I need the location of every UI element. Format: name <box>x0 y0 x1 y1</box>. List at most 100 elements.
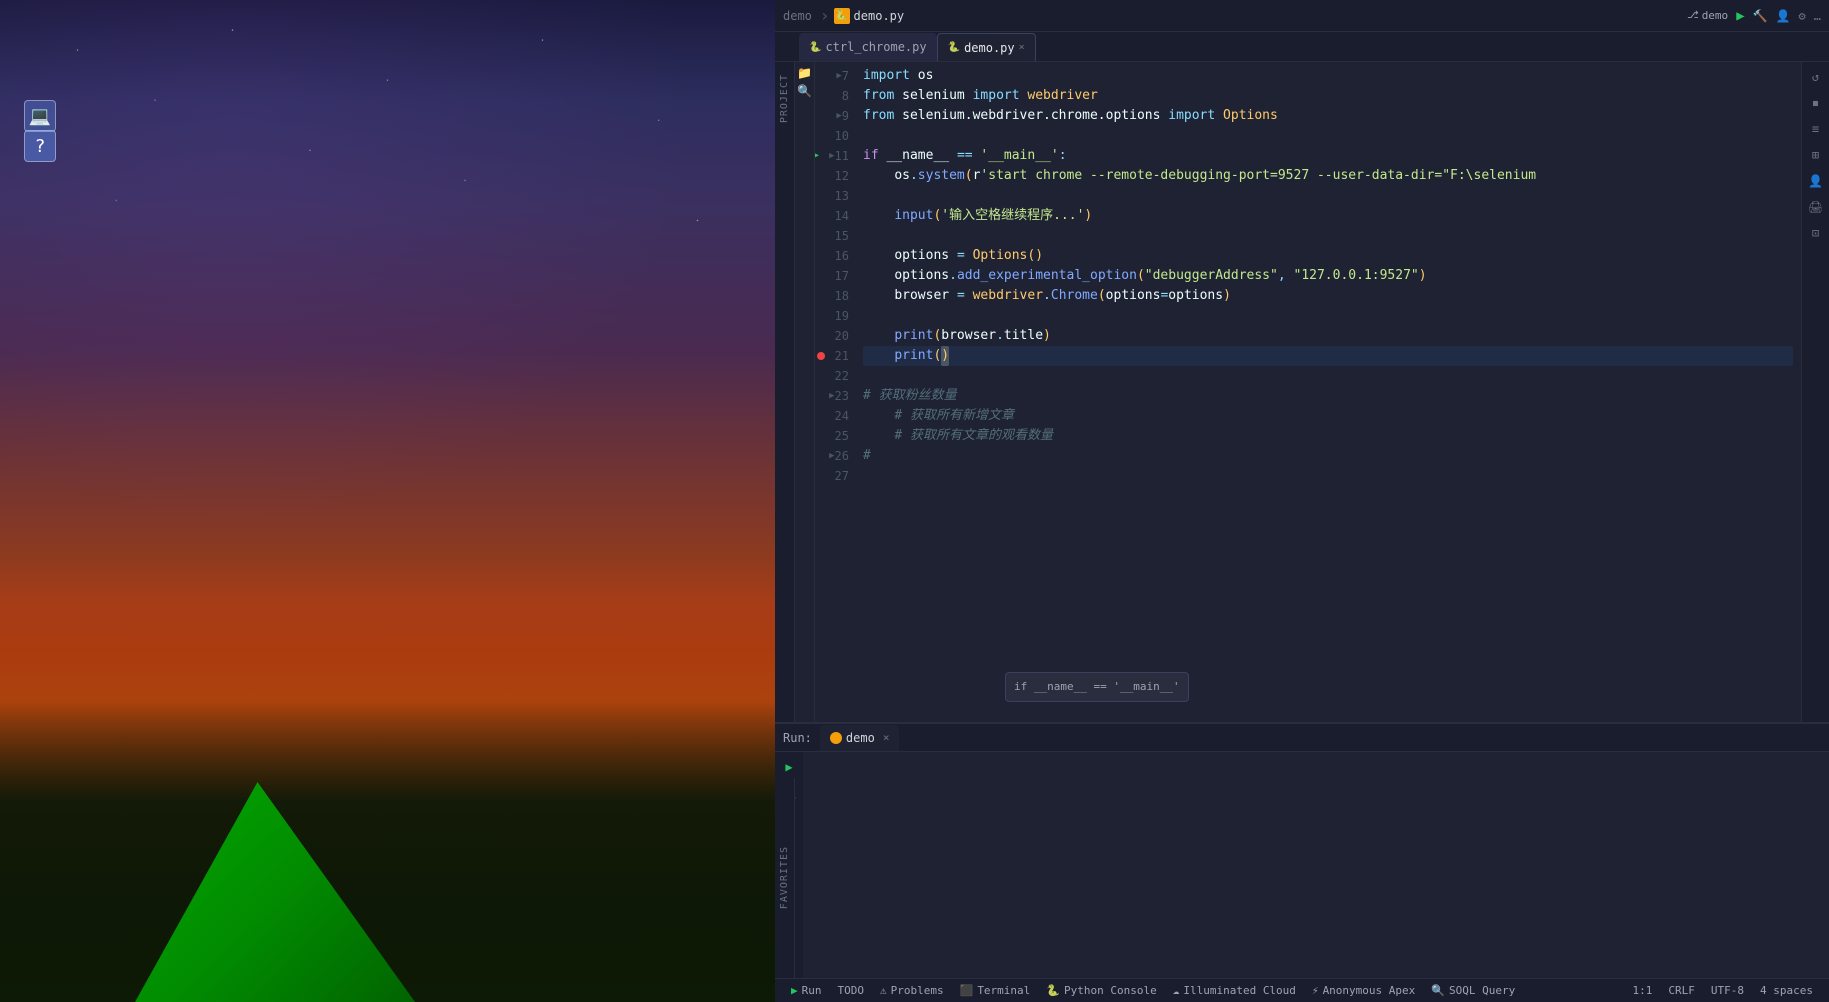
statusbar-todo[interactable]: TODO <box>830 979 873 1002</box>
more-button[interactable]: … <box>1814 9 1821 23</box>
statusbar-python-console[interactable]: 🐍 Python Console <box>1038 979 1164 1002</box>
gutter-line-23: ▶23 <box>815 386 849 406</box>
folder-icon[interactable]: 📁 <box>797 66 812 80</box>
desktop-background: 💻 ? <box>0 0 775 1002</box>
statusbar-encoding[interactable]: UTF-8 <box>1703 979 1752 1002</box>
statusbar-illuminated-cloud[interactable]: ☁ Illuminated Cloud <box>1165 979 1304 1002</box>
run-play-btn[interactable]: ▶ <box>778 756 800 778</box>
desktop-stars <box>0 0 775 1002</box>
panel-btn-4[interactable]: ⊞ <box>1805 144 1827 166</box>
problems-label: Problems <box>891 984 944 997</box>
cloud-icon: ☁ <box>1173 984 1180 997</box>
code-line-7: import os <box>863 66 1793 86</box>
gutter-line-13: 13 <box>815 186 849 206</box>
crlf-label: CRLF <box>1668 984 1695 997</box>
gutter-line-14: 14 <box>815 206 849 226</box>
terminal-icon: ⬛ <box>960 984 974 997</box>
panel-btn-6[interactable]: 🖨 <box>1805 196 1827 218</box>
run-label-status: Run <box>802 984 822 997</box>
code-line-26: # <box>863 446 1793 466</box>
gutter-line-25: 25 <box>815 426 849 446</box>
panel-btn-5[interactable]: 👤 <box>1805 170 1827 192</box>
anonymous-apex-label: Anonymous Apex <box>1323 984 1416 997</box>
run-tab-icon <box>830 732 842 744</box>
code-line-17: options.add_experimental_option("debugge… <box>863 266 1793 286</box>
tab-ctrl-chrome[interactable]: 🐍 ctrl_chrome.py <box>799 33 937 61</box>
search-sidebar-icon[interactable]: 🔍 <box>797 84 812 98</box>
gutter-line-19: 19 <box>815 306 849 326</box>
soql-label: SOQL Query <box>1449 984 1515 997</box>
code-line-15 <box>863 226 1793 246</box>
statusbar-line-col[interactable]: 1:1 <box>1625 979 1661 1002</box>
profile-button[interactable]: 👤 <box>1776 9 1791 23</box>
code-line-27 <box>863 466 1793 486</box>
gutter-line-11: ▶ ▶ 11 <box>815 146 849 166</box>
warning-icon: ⚠ <box>880 984 887 997</box>
bottom-run-section: Run: demo × ▶ 🔧 ≡ ⊞ 👤 🖨 ⊡ ▶ Run <box>775 722 1829 1002</box>
branch-indicator[interactable]: ⎇ demo <box>1687 9 1728 22</box>
run-tab-label: demo <box>846 731 875 745</box>
run-button[interactable]: ▶ <box>1736 8 1744 24</box>
gutter-line-26: ▶26 <box>815 446 849 466</box>
panel-btn-1[interactable]: ↺ <box>1805 66 1827 88</box>
run-tab-demo[interactable]: demo × <box>820 725 900 751</box>
project-label[interactable]: Project <box>779 66 790 131</box>
panel-btn-7[interactable]: ⊡ <box>1805 222 1827 244</box>
build-button[interactable]: 🔨 <box>1753 9 1768 23</box>
python-console-label: Python Console <box>1064 984 1157 997</box>
code-line-12: os.system(r'start chrome --remote-debugg… <box>863 166 1793 186</box>
computer-icon: 💻 <box>24 100 56 132</box>
code-editor[interactable]: import os from selenium import webdriver… <box>855 62 1801 722</box>
line-col-label: 1:1 <box>1633 984 1653 997</box>
run-arrow-11: ▶ <box>815 146 819 166</box>
breakpoint-21[interactable] <box>817 352 825 360</box>
desktop-icon-question[interactable]: ? <box>10 130 70 165</box>
editor-container: ▶7 8 ▶9 10 ▶ ▶ 11 12 13 14 15 16 17 18 1… <box>815 62 1829 722</box>
code-line-24: # 获取所有新增文章 <box>863 406 1793 426</box>
statusbar-problems[interactable]: ⚠ Problems <box>872 979 952 1002</box>
run-icon: ▶ <box>791 984 798 997</box>
run-output[interactable] <box>803 752 1829 978</box>
statusbar-run[interactable]: ▶ Run <box>783 979 830 1002</box>
git-branch-icon: ⎇ <box>1687 10 1699 21</box>
gutter-line-27: 27 <box>815 466 849 486</box>
code-line-8: from selenium import webdriver <box>863 86 1793 106</box>
gutter-line-10: 10 <box>815 126 849 146</box>
gutter-line-24: 24 <box>815 406 849 426</box>
favorites-sidebar: Favorites <box>775 778 795 978</box>
encoding-label: UTF-8 <box>1711 984 1744 997</box>
line-numbers-gutter: ▶7 8 ▶9 10 ▶ ▶ 11 12 13 14 15 16 17 18 1… <box>815 62 855 722</box>
tab-label-ctrl: ctrl_chrome.py <box>825 40 926 54</box>
indent-label: 4 spaces <box>1760 984 1813 997</box>
gutter-line-8: 8 <box>815 86 849 106</box>
left-sidebar: Project <box>775 62 795 722</box>
statusbar-anonymous-apex[interactable]: ⚡ Anonymous Apex <box>1304 979 1423 1002</box>
statusbar-terminal[interactable]: ⬛ Terminal <box>952 979 1039 1002</box>
settings-button[interactable]: ⚙ <box>1799 9 1806 23</box>
favorites-label[interactable]: Favorites <box>779 838 790 917</box>
code-line-13 <box>863 186 1793 206</box>
code-line-20: print(browser.title) <box>863 326 1793 346</box>
code-line-19 <box>863 306 1793 326</box>
panel-btn-3[interactable]: ≡ <box>1805 118 1827 140</box>
statusbar-indent[interactable]: 4 spaces <box>1752 979 1821 1002</box>
titlebar-actions: ▶ 🔨 👤 ⚙ … <box>1736 8 1821 24</box>
run-label: Run: <box>783 731 812 745</box>
run-tab-close[interactable]: × <box>883 731 890 744</box>
gutter-line-20: 20 <box>815 326 849 346</box>
question-icon: ? <box>24 130 56 162</box>
gutter-line-7: ▶7 <box>815 66 849 86</box>
statusbar-soql-query[interactable]: 🔍 SOQL Query <box>1423 979 1523 1002</box>
tab-demo[interactable]: 🐍 demo.py × <box>937 33 1036 61</box>
terminal-label: Terminal <box>977 984 1030 997</box>
tabbar: 🐍 ctrl_chrome.py 🐍 demo.py × <box>775 32 1829 62</box>
panel-btn-2[interactable]: ⏹ <box>1805 92 1827 114</box>
code-line-14: input('输入空格继续程序...') <box>863 206 1793 226</box>
statusbar-crlf[interactable]: CRLF <box>1660 979 1703 1002</box>
titlebar-project: demo <box>783 9 812 23</box>
code-line-25: # 获取所有文章的观看数量 <box>863 426 1793 446</box>
file-panel: 📁 🔍 <box>795 62 815 722</box>
tab-close-demo[interactable]: × <box>1019 42 1025 53</box>
tab-icon-ctrl: 🐍 <box>809 42 821 53</box>
gutter-line-22: 22 <box>815 366 849 386</box>
